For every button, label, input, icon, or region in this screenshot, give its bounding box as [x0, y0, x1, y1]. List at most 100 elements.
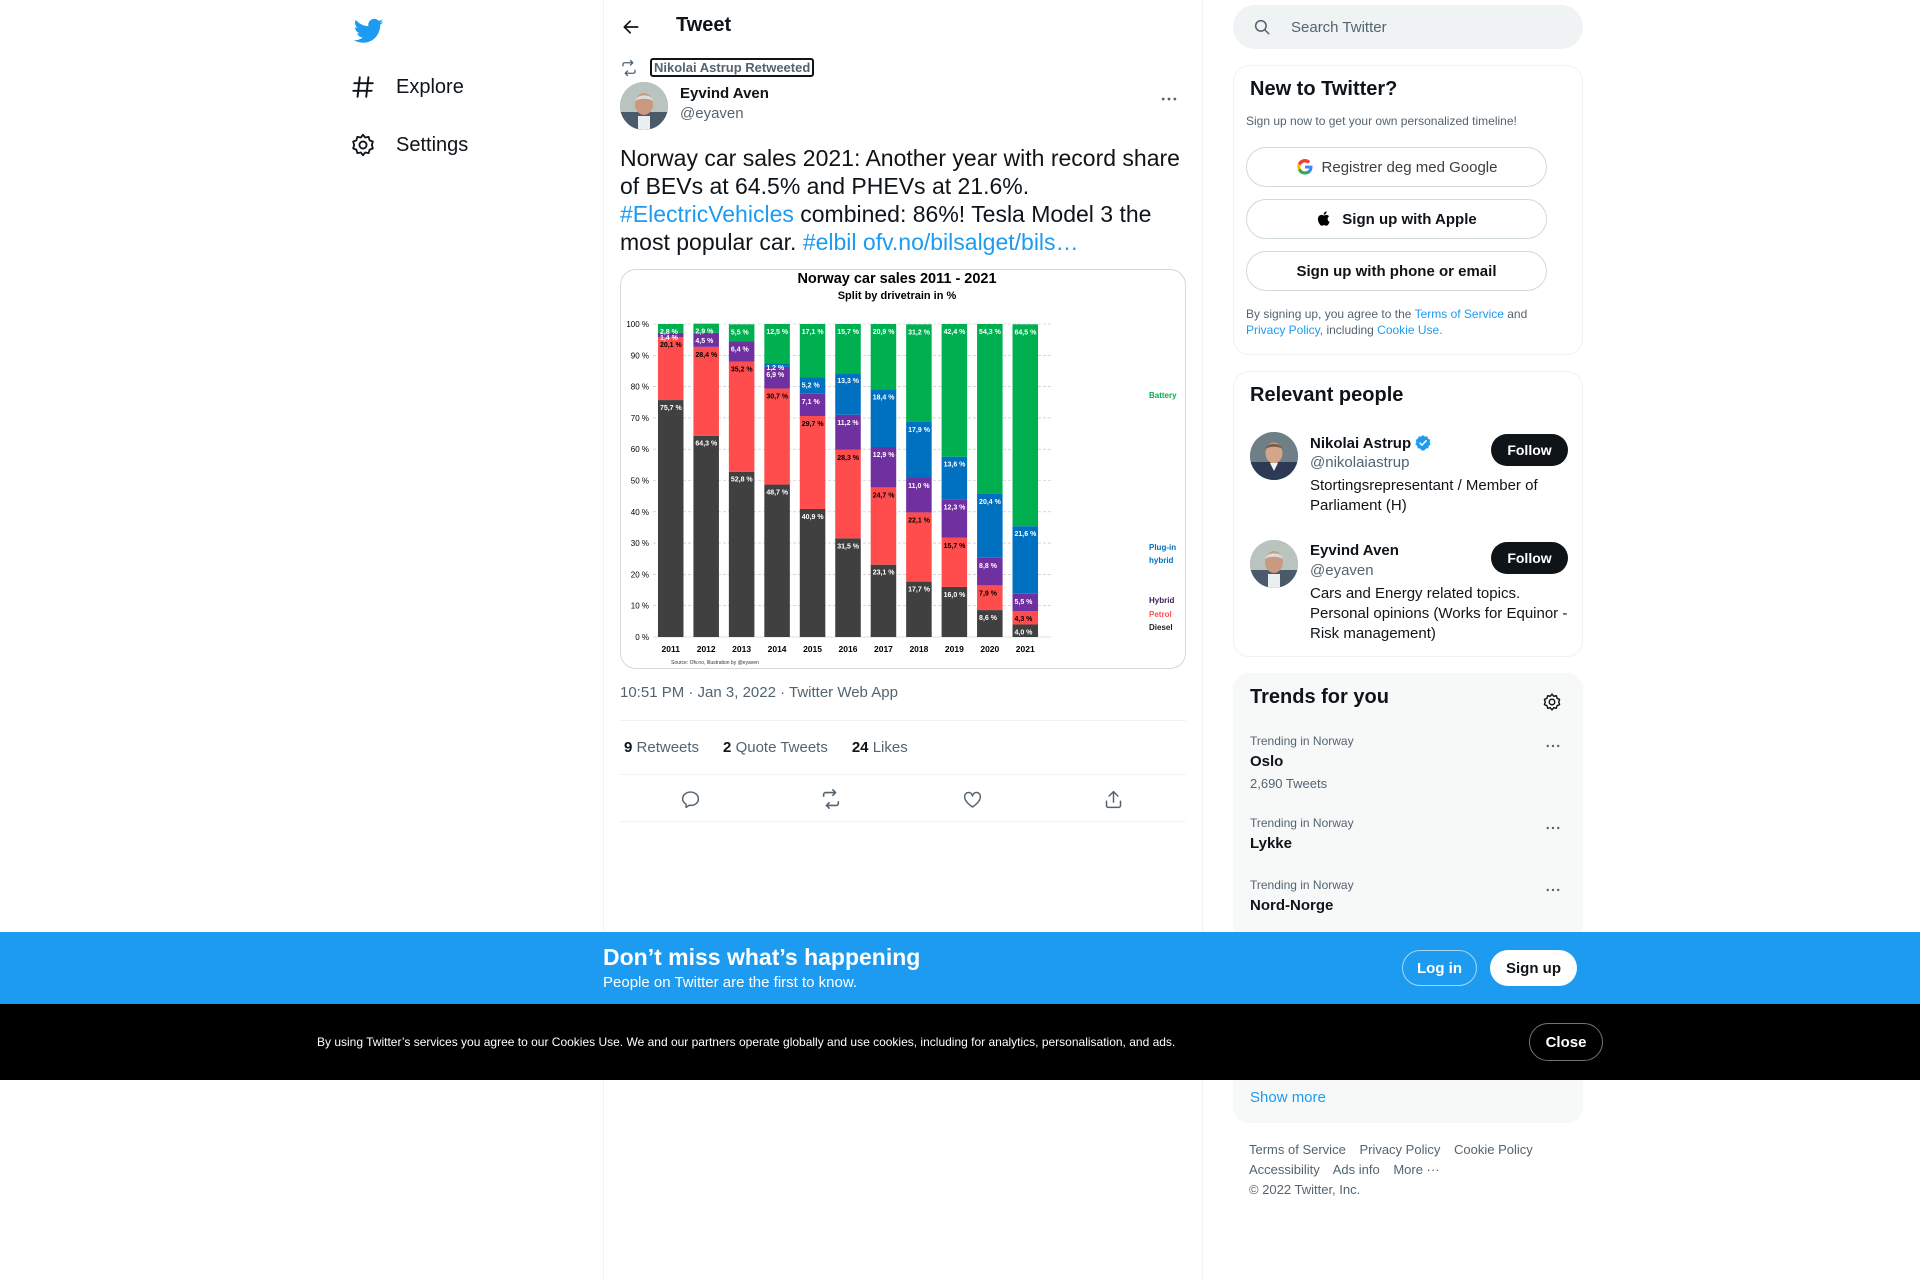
trend-name: Oslo — [1250, 753, 1284, 770]
chart-data-label: 4,5 % — [695, 338, 714, 345]
reply-button[interactable] — [676, 785, 704, 813]
likes-stat[interactable]: 24 Likes — [848, 739, 908, 756]
trend-more-button[interactable] — [1538, 816, 1568, 840]
chart-data-label: 64,3 % — [695, 441, 718, 448]
apple-signup-button[interactable]: Sign up with Apple — [1246, 199, 1547, 239]
search-input[interactable]: Search Twitter — [1233, 5, 1583, 49]
chart-data-label: 29,7 % — [802, 421, 825, 428]
chart-data-label: 75,7 % — [660, 405, 683, 412]
nav-explore-label: Explore — [396, 75, 464, 98]
twitter-bird-icon[interactable] — [350, 12, 388, 50]
trends-settings-button[interactable] — [1536, 686, 1568, 718]
avatar[interactable] — [1250, 432, 1298, 480]
person-name[interactable]: Nikolai Astrup — [1310, 434, 1432, 452]
new-to-twitter-subtitle: Sign up now to get your own personalized… — [1246, 114, 1517, 128]
quotes-stat[interactable]: 2 Quote Tweets — [719, 739, 828, 756]
google-icon — [1296, 158, 1314, 176]
like-button[interactable] — [958, 785, 986, 813]
footer-accessibility-link[interactable]: Accessibility — [1249, 1162, 1320, 1177]
trend-count: 2,690 Tweets — [1250, 776, 1328, 791]
left-navigation: Explore Settings — [340, 0, 590, 1281]
chart-data-label: 4,0 % — [1015, 629, 1034, 636]
retweeted-by-link[interactable]: Nikolai Astrup Retweeted — [650, 58, 815, 77]
trend-more-button[interactable] — [1538, 878, 1568, 902]
chart-y-tick-label: 70 % — [631, 414, 649, 423]
more-options-button[interactable] — [1152, 84, 1186, 114]
show-more-link[interactable]: Show more — [1250, 1089, 1326, 1106]
chart-data-label: 28,4 % — [695, 352, 718, 359]
retweets-stat[interactable]: 9 Retweets — [620, 739, 699, 756]
tweet-timestamp[interactable]: 10:51 PM · Jan 3, 2022 · Twitter Web App — [620, 684, 898, 701]
terms-of-service-link[interactable]: Terms of Service — [1415, 307, 1504, 321]
reply-icon — [680, 789, 701, 810]
chart-data-label: 16,0 % — [944, 592, 967, 599]
footer-ads-info-link[interactable]: Ads info — [1333, 1162, 1380, 1177]
footer-terms-link[interactable]: Terms of Service — [1249, 1142, 1346, 1157]
quotes-label: Quote Tweets — [735, 739, 828, 756]
login-banner: Don’t miss what’s happening People on Tw… — [0, 932, 1920, 1004]
url-link[interactable]: ofv.no/bilsalget/bils… — [863, 229, 1079, 255]
chart-data-label: 20,1 % — [660, 342, 683, 349]
share-button[interactable] — [1099, 785, 1127, 813]
hashtag-link-elbil[interactable]: #elbil — [803, 229, 857, 255]
trend-item[interactable]: Trending in Norway Lykke — [1250, 816, 1568, 852]
heart-icon — [962, 789, 983, 810]
chart-y-tick-label: 60 % — [631, 445, 649, 454]
chart-data-label: 1,2 % — [766, 365, 785, 372]
chart-bar-segment — [941, 324, 968, 457]
close-cookie-button[interactable]: Close — [1529, 1023, 1603, 1061]
chart-data-label: 21,6 % — [1015, 531, 1038, 538]
chart-data-label: 12,5 % — [766, 329, 789, 336]
new-to-twitter-title: New to Twitter? — [1250, 78, 1398, 100]
cookie-use-link[interactable]: Cookie Use. — [1377, 323, 1442, 337]
footer-privacy-link[interactable]: Privacy Policy — [1359, 1142, 1440, 1157]
signup-button[interactable]: Sign up — [1490, 950, 1577, 986]
trend-more-button[interactable] — [1538, 734, 1568, 758]
trend-item[interactable]: Trending in Norway Nord-Norge — [1250, 878, 1568, 914]
retweet-button[interactable] — [817, 785, 845, 813]
chart-data-label: 28,3 % — [837, 455, 860, 462]
person-name[interactable]: Eyvind Aven — [1310, 542, 1399, 559]
phone-email-signup-button[interactable]: Sign up with phone or email — [1246, 251, 1547, 291]
chart-data-label: 8,8 % — [979, 563, 998, 570]
footer-cookie-link[interactable]: Cookie Policy — [1454, 1142, 1533, 1157]
chart-data-label: 11,2 % — [837, 420, 859, 427]
chart-y-tick-label: 100 % — [626, 320, 649, 329]
author-handle[interactable]: @eyaven — [680, 105, 744, 122]
banner-title: Don’t miss what’s happening — [603, 944, 921, 970]
nav-explore[interactable]: Explore — [350, 63, 464, 111]
avatar[interactable] — [620, 82, 668, 130]
tweet-image[interactable]: Norway car sales 2011 - 2021 Split by dr… — [620, 269, 1186, 669]
avatar[interactable] — [1250, 540, 1298, 588]
login-button[interactable]: Log in — [1402, 950, 1477, 986]
chart-bar-segment — [693, 435, 719, 637]
chart-data-label: 8,6 % — [979, 615, 998, 622]
chart-data-label: 48,7 % — [766, 490, 789, 497]
chart-legend-label: Battery — [1149, 391, 1177, 400]
follow-button[interactable]: Follow — [1491, 542, 1568, 574]
chart-data-label: 5,5 % — [1015, 599, 1034, 606]
cookie-banner: By using Twitter’s services you agree to… — [0, 1004, 1920, 1080]
chart-bar-segment — [728, 361, 755, 472]
person-name-text: Eyvind Aven — [1310, 542, 1399, 559]
trend-item[interactable]: Trending in Norway Oslo 2,690 Tweets — [1250, 734, 1568, 791]
back-button[interactable] — [616, 12, 646, 42]
trend-name: Lykke — [1250, 835, 1292, 852]
google-signup-button[interactable]: Registrer deg med Google — [1246, 147, 1547, 187]
hashtag-link-electricvehicles[interactable]: #ElectricVehicles — [620, 201, 794, 227]
privacy-policy-link[interactable]: Privacy Policy — [1246, 323, 1320, 337]
chart-data-label: 13,3 % — [837, 378, 860, 385]
main-column: Tweet Nikolai Astrup Retweeted Eyvind Av… — [603, 0, 1203, 1281]
terms-including: , including — [1319, 323, 1378, 337]
follow-button[interactable]: Follow — [1491, 434, 1568, 466]
person-handle: @eyaven — [1310, 562, 1374, 579]
chart-y-tick-label: 90 % — [631, 351, 649, 360]
chart-source: Source: Ofv.no, Illustration by @eyaven — [671, 660, 759, 666]
search-icon — [1253, 18, 1271, 36]
nav-settings[interactable]: Settings — [350, 121, 468, 169]
chart-data-label: 52,8 % — [731, 477, 754, 484]
author-name[interactable]: Eyvind Aven — [680, 85, 769, 102]
cookie-text: By using Twitter’s services you agree to… — [317, 1035, 1176, 1049]
chart-y-tick-label: 10 % — [631, 602, 649, 611]
footer-more-link[interactable]: More ··· — [1393, 1162, 1439, 1177]
